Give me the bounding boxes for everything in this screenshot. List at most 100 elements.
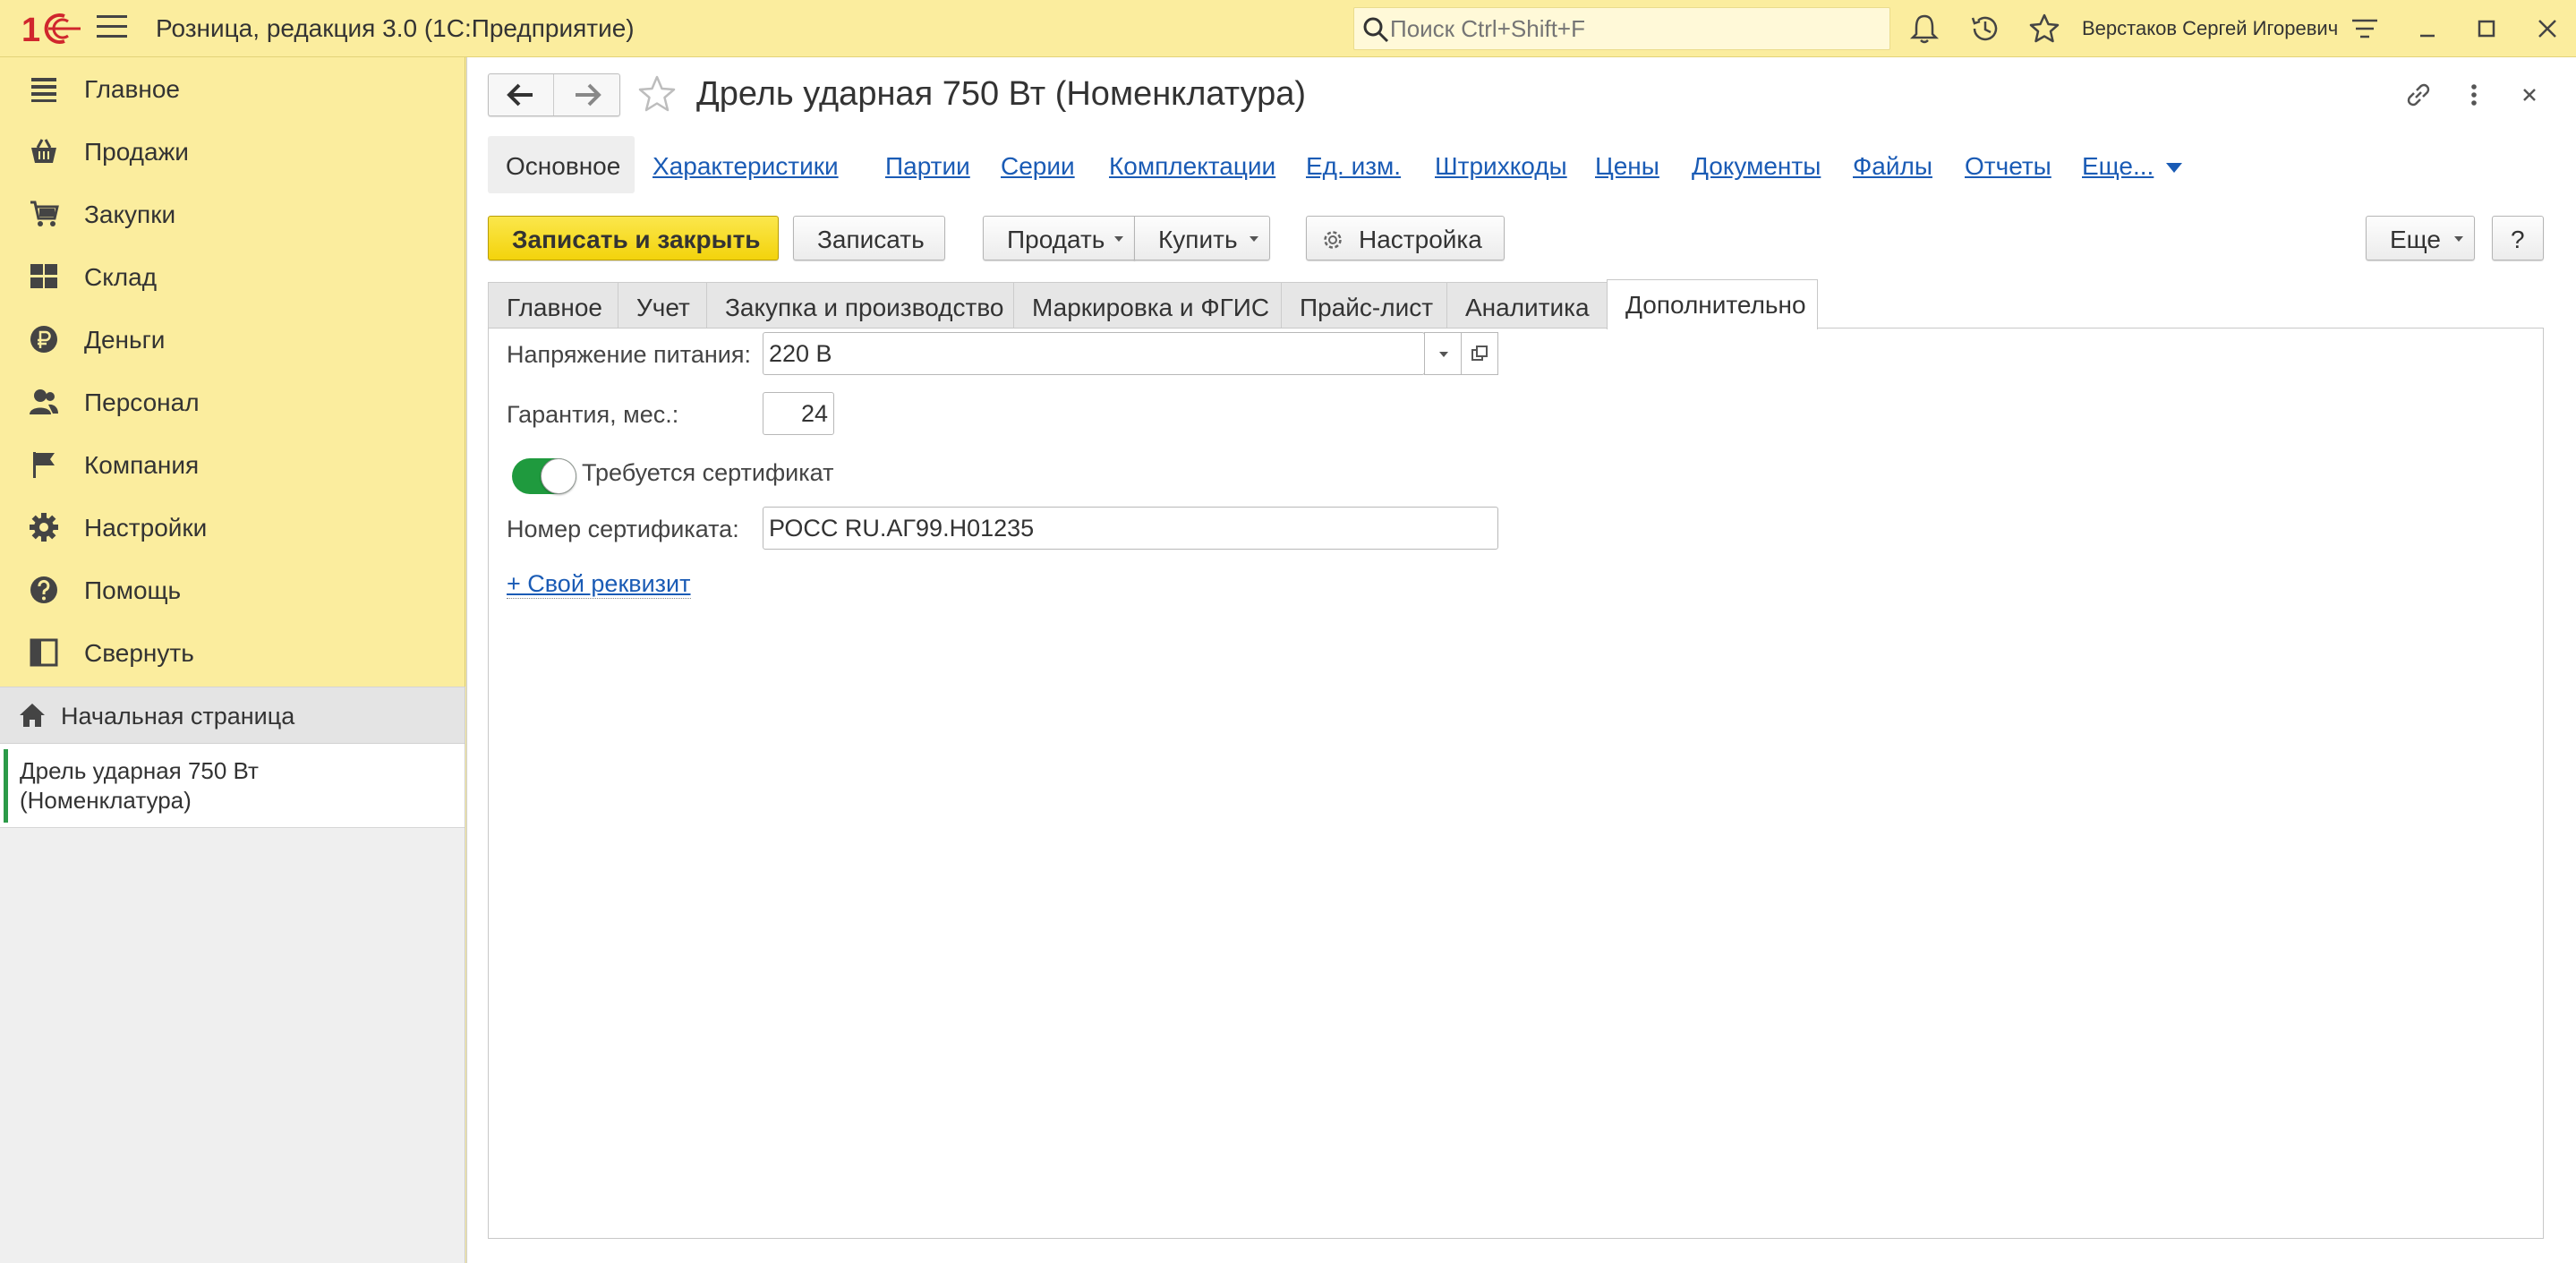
tab-label: Аналитика [1465, 294, 1590, 321]
open-window-item[interactable]: Дрель ударная 750 Вт (Номенклатура) [0, 744, 465, 828]
warranty-label: Гарантия, мес.: [507, 401, 679, 428]
sidebar: Главное Продажи Закупки Склад Деньги Пер… [0, 57, 465, 1263]
tab-main[interactable]: Главное [488, 282, 618, 329]
bell-icon[interactable] [1906, 11, 1942, 47]
toggle-knob [541, 458, 576, 494]
tab-additional[interactable]: Дополнительно [1607, 279, 1818, 329]
sidebar-item-collapse[interactable]: Свернуть [0, 621, 464, 684]
chevron-down-icon [2454, 236, 2463, 242]
panel-link-prices[interactable]: Цены [1595, 152, 1659, 181]
tab-label: Прайс-лист [1300, 294, 1434, 321]
voltage-field[interactable] [763, 332, 1425, 375]
dropdown-triangle-icon[interactable] [2166, 163, 2182, 174]
add-favorite-star-icon[interactable] [635, 73, 678, 116]
panel-link-series[interactable]: Серии [1001, 152, 1075, 181]
warranty-field[interactable] [763, 392, 834, 435]
maximize-icon[interactable] [2469, 11, 2504, 47]
sidebar-item-label: Продажи [84, 138, 189, 166]
panel-link-barcodes[interactable]: Штрихкоды [1435, 152, 1567, 181]
1c-logo-icon[interactable]: 1 [21, 9, 81, 48]
tab-label: Закупка и производство [725, 294, 1004, 321]
help-label: ? [2511, 226, 2525, 253]
search-icon [1363, 17, 1389, 43]
sell-label: Продать [1007, 226, 1105, 253]
buy-button[interactable]: Купить [1134, 216, 1270, 260]
link-icon[interactable] [2401, 77, 2436, 113]
close-window-icon[interactable] [2529, 11, 2565, 47]
settings-lines-icon[interactable] [2347, 11, 2383, 47]
tab-accounting[interactable]: Учет [618, 282, 707, 329]
panel-link-more[interactable]: Еще... [2082, 152, 2154, 181]
panel-link-files[interactable]: Файлы [1853, 152, 1932, 181]
sell-button[interactable]: Продать [983, 216, 1135, 260]
cert-required-toggle[interactable] [512, 458, 576, 494]
sidebar-item-label: Помощь [84, 576, 182, 604]
save-label: Записать [817, 226, 925, 253]
tab-label: Учет [636, 294, 690, 321]
ruble-coin-icon [30, 326, 57, 353]
sidebar-item-purchases[interactable]: Закупки [0, 183, 464, 245]
cert-required-label: Требуется сертификат [582, 459, 834, 486]
add-custom-attribute-link[interactable]: + Свой реквизит [507, 570, 691, 599]
sidebar-item-label: Закупки [84, 201, 176, 228]
warehouse-grid-icon [30, 264, 57, 288]
favorites-star-icon[interactable] [2026, 11, 2062, 47]
save-and-close-button[interactable]: Записать и закрыть [488, 216, 779, 260]
tab-price-list[interactable]: Прайс-лист [1281, 282, 1447, 329]
tab-content-additional: Напряжение питания: Гарантия, мес.: Треб… [488, 328, 2544, 1239]
voltage-dropdown-button[interactable] [1424, 332, 1462, 375]
sidebar-item-warehouse[interactable]: Склад [0, 245, 464, 308]
sidebar-item-staff[interactable]: Персонал [0, 371, 464, 433]
chevron-down-icon [1250, 236, 1258, 242]
close-form-icon[interactable] [2512, 77, 2547, 113]
sidebar-item-company[interactable]: Компания [0, 433, 464, 496]
user-name[interactable]: Верстаков Сергей Игоревич [2082, 17, 2338, 40]
save-button[interactable]: Записать [793, 216, 945, 260]
cert-number-field[interactable] [763, 507, 1498, 550]
panel-link-kits[interactable]: Комплектации [1109, 152, 1275, 181]
history-icon[interactable] [1967, 11, 2003, 47]
tab-analytics[interactable]: Аналитика [1446, 282, 1608, 329]
question-circle-icon [30, 576, 57, 603]
panel-link-characteristics[interactable]: Характеристики [653, 152, 839, 181]
more-vertical-icon[interactable] [2456, 77, 2492, 113]
flag-icon [33, 452, 55, 478]
nav-buttons [488, 73, 620, 116]
sidebar-item-label: Деньги [84, 326, 166, 354]
more-label: Еще [2390, 226, 2441, 253]
forward-button[interactable] [555, 74, 620, 115]
tab-purchase-production[interactable]: Закупка и производство [706, 282, 1014, 329]
home-icon [20, 704, 45, 727]
main-menu-icon[interactable] [97, 15, 127, 42]
chevron-down-icon [1439, 352, 1448, 357]
sidebar-item-money[interactable]: Деньги [0, 308, 464, 371]
voltage-open-button[interactable] [1461, 332, 1498, 375]
sidebar-item-label: Настройки [84, 514, 208, 542]
more-button[interactable]: Еще [2366, 216, 2475, 260]
panel-link-main-label: Основное [506, 152, 621, 180]
tab-marking-fgis[interactable]: Маркировка и ФГИС [1013, 282, 1282, 329]
minimize-icon[interactable] [2410, 11, 2445, 47]
cert-number-label: Номер сертификата: [507, 516, 739, 542]
sidebar-item-help[interactable]: Помощь [0, 559, 464, 621]
open-window-label: Дрель ударная 750 Вт (Номенклатура) [20, 757, 259, 814]
sidebar-item-label: Свернуть [84, 639, 194, 667]
save-and-close-label: Записать и закрыть [512, 226, 761, 253]
help-button[interactable]: ? [2492, 216, 2544, 260]
panel-link-units[interactable]: Ед. изм. [1306, 152, 1401, 181]
sidebar-item-main[interactable]: Главное [0, 57, 464, 120]
panel-link-main[interactable]: Основное [488, 136, 635, 193]
panel-link-batches[interactable]: Партии [885, 152, 970, 181]
global-search[interactable] [1353, 7, 1890, 50]
sidebar-item-settings[interactable]: Настройки [0, 496, 464, 559]
search-input[interactable] [1390, 13, 1873, 44]
active-window-marker [4, 749, 8, 823]
sidebar-item-sales[interactable]: Продажи [0, 120, 464, 183]
sidebar-item-label: Персонал [84, 388, 200, 416]
panel-link-reports[interactable]: Отчеты [1965, 152, 2051, 181]
back-button[interactable] [489, 74, 554, 115]
panel-link-documents[interactable]: Документы [1692, 152, 1821, 181]
voltage-label: Напряжение питания: [507, 341, 751, 368]
home-page-item[interactable]: Начальная страница [0, 687, 465, 744]
settings-button[interactable]: Настройка [1306, 216, 1505, 260]
